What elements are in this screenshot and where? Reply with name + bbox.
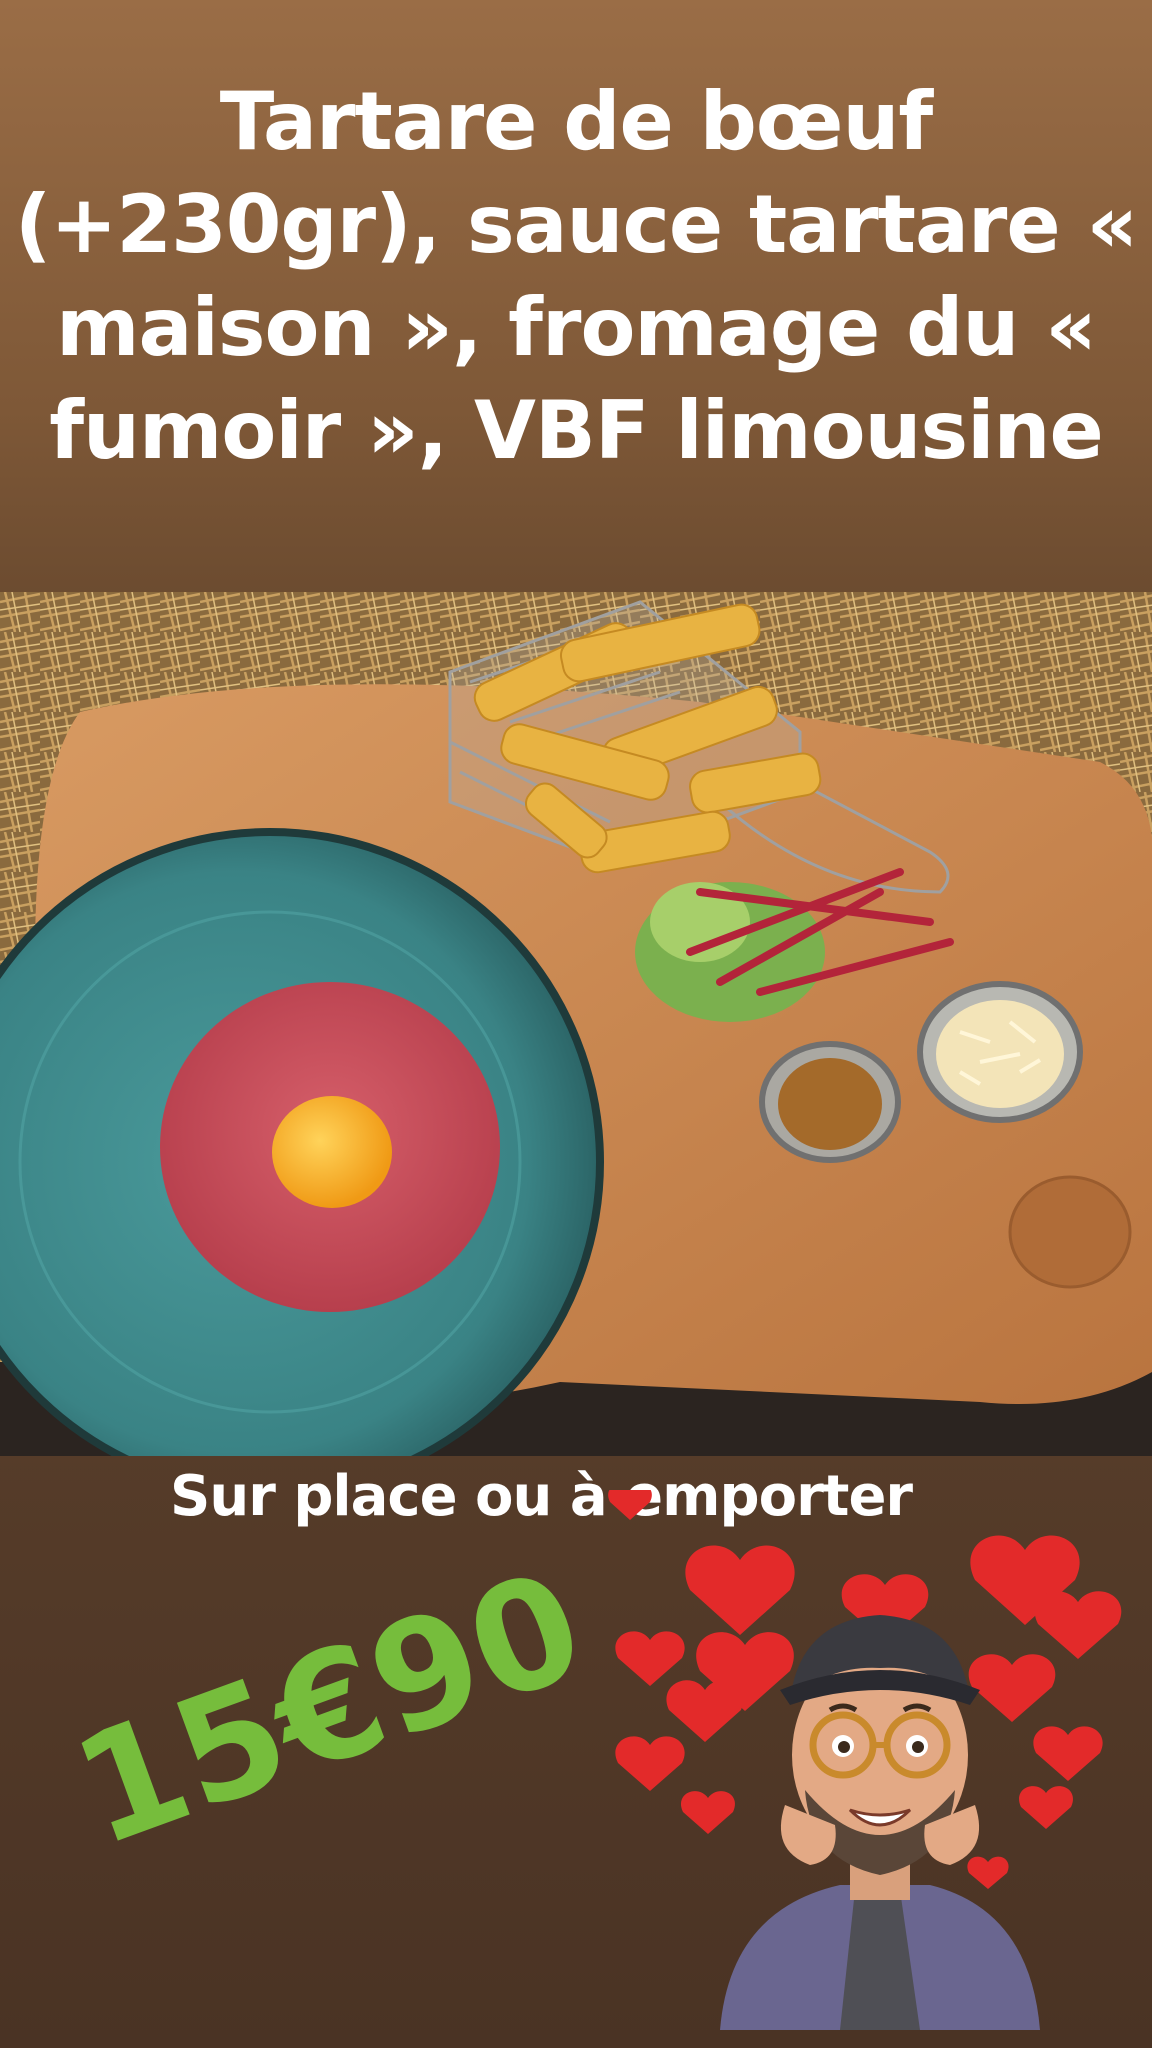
heart-icon [685,1545,795,1635]
price-label: 15€90 [54,1538,605,1881]
heart-icon [608,1490,652,1520]
heart-icon [968,1654,1056,1722]
heart-icon [1019,1786,1073,1829]
post-title: Tartare de bœuf (+230gr), sauce tartare … [14,75,1138,477]
memoji-sticker [608,1490,1122,2030]
heart-icon [615,1631,685,1686]
heart-icon [967,1856,1009,1889]
heart-icon [1034,1591,1122,1659]
heart-icon [1033,1726,1103,1781]
heart-icon [666,1680,744,1742]
heart-icon [681,1791,735,1834]
dish-photo [0,592,1152,1456]
heart-icon [615,1736,685,1791]
